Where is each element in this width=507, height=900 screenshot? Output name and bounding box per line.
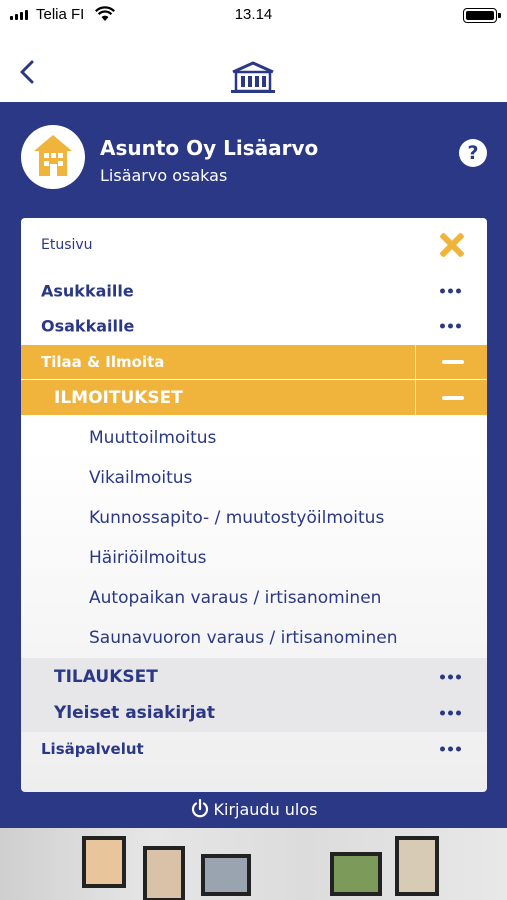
menu-item-shareholders-label: Osakkaille	[41, 316, 135, 336]
submenu-orders[interactable]: TILAUKSET	[21, 659, 487, 695]
submenu-general-documents[interactable]: Yleiset asiakirjat	[21, 695, 487, 731]
submenu-notifications-label: ILMOITUKSET	[54, 387, 183, 408]
menu-item-order-notify-label: Tilaa & Ilmoita	[41, 353, 165, 371]
account-subtitle: Lisäarvo osakas	[100, 166, 228, 185]
logout-icon	[191, 798, 208, 818]
notification-item-label: Häiriöilmoitus	[89, 548, 207, 568]
menu-item-home[interactable]: Etusivu	[21, 218, 487, 272]
submenu-orders-label: TILAUKSET	[54, 667, 158, 687]
picture-frame	[82, 836, 126, 888]
submenu-notifications[interactable]: ILMOITUKSET	[21, 380, 487, 415]
background-photo-wall	[0, 828, 507, 900]
picture-frame	[395, 836, 439, 896]
notification-item-label: Muuttoilmoitus	[89, 428, 217, 448]
picture-frame	[143, 846, 185, 900]
notification-item-sauna[interactable]: Saunavuoron varaus / irtisanominen	[21, 618, 487, 658]
logout-button[interactable]: Kirjaudu ulos	[0, 798, 507, 819]
menu-item-residents[interactable]: Asukkaille	[21, 274, 487, 308]
more-dots-icon[interactable]	[440, 674, 461, 680]
notification-item-label: Vikailmoitus	[89, 468, 193, 488]
logout-label: Kirjaudu ulos	[213, 800, 318, 819]
notification-item-label: Autopaikan varaus / irtisanominen	[89, 588, 382, 608]
notification-item-parking[interactable]: Autopaikan varaus / irtisanominen	[21, 578, 487, 618]
collapse-icon[interactable]	[415, 345, 487, 379]
notification-item-maintenance[interactable]: Kunnossapito- / muutostyöilmoitus	[21, 498, 487, 538]
picture-frame	[201, 854, 251, 896]
close-icon[interactable]	[439, 232, 465, 258]
account-title: Asunto Oy Lisäarvo	[100, 136, 319, 160]
navigation-bar	[0, 32, 507, 102]
picture-frame	[330, 852, 382, 896]
menu-item-shareholders[interactable]: Osakkaille	[21, 309, 487, 343]
app-logo-icon	[231, 61, 275, 93]
collapse-icon[interactable]	[415, 380, 487, 415]
battery-icon	[463, 8, 501, 23]
back-arrow-icon[interactable]	[14, 58, 42, 86]
more-dots-icon[interactable]	[440, 323, 461, 329]
help-button[interactable]: ?	[459, 139, 487, 167]
notification-item-disturbance[interactable]: Häiriöilmoitus	[21, 538, 487, 578]
clock: 13.14	[234, 6, 273, 23]
notification-item-label: Kunnossapito- / muutostyöilmoitus	[89, 508, 385, 528]
menu-item-additional-services[interactable]: Lisäpalvelut	[21, 732, 487, 766]
notification-item-label: Saunavuoron varaus / irtisanominen	[89, 628, 398, 648]
menu-item-additional-services-label: Lisäpalvelut	[41, 740, 144, 758]
building-icon	[34, 135, 72, 176]
building-avatar	[21, 125, 85, 189]
menu-item-residents-label: Asukkaille	[41, 281, 134, 301]
more-dots-icon[interactable]	[440, 746, 461, 752]
more-dots-icon[interactable]	[440, 288, 461, 294]
notification-item-moving[interactable]: Muuttoilmoitus	[21, 418, 487, 458]
more-dots-icon[interactable]	[440, 710, 461, 716]
submenu-general-documents-label: Yleiset asiakirjat	[54, 703, 216, 723]
menu-item-home-label: Etusivu	[41, 237, 93, 253]
status-bar: Telia FI 13.14	[0, 0, 507, 32]
menu-panel: Asunto Oy Lisäarvo Lisäarvo osakas ? Etu…	[0, 102, 507, 828]
notification-item-fault[interactable]: Vikailmoitus	[21, 458, 487, 498]
menu-item-order-notify[interactable]: Tilaa & Ilmoita	[21, 345, 487, 379]
navigation-menu: Etusivu Asukkaille Osakkaille Tilaa & Il…	[21, 218, 487, 792]
